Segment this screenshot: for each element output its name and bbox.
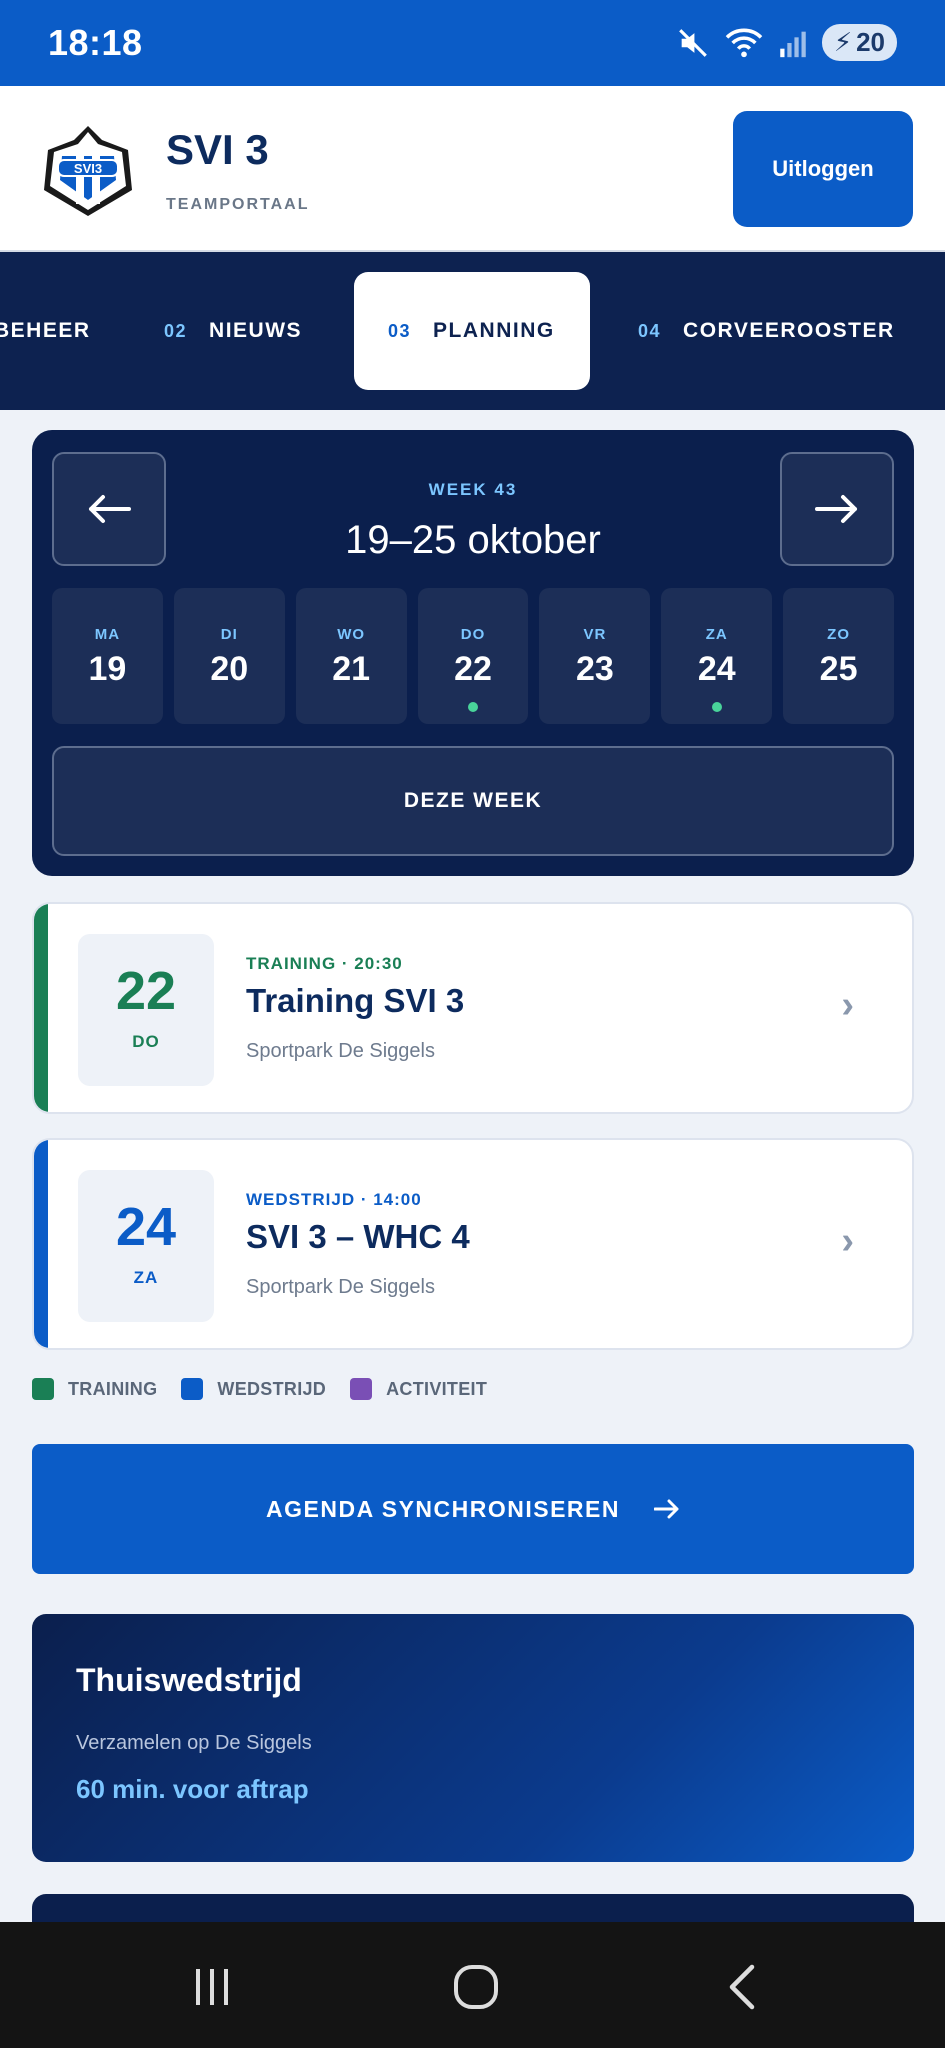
day-date: 21: [332, 650, 371, 688]
day-date: 25: [819, 650, 858, 688]
logout-button[interactable]: Uitloggen: [733, 111, 913, 227]
sync-label: AGENDA SYNCHRONISEREN: [266, 1495, 620, 1522]
tab-beheer[interactable]: BEHEER: [0, 272, 91, 390]
chevron-right-icon: ›: [841, 1220, 854, 1262]
day-cell[interactable]: ZO 25: [783, 588, 895, 724]
tab-label: PLANNING: [433, 319, 555, 342]
tab-label: CORVEEROOSTER: [683, 319, 895, 342]
tab-number: 03: [388, 320, 412, 341]
day-cell[interactable]: DI 20: [173, 588, 285, 724]
day-date: 20: [210, 650, 249, 688]
day-date: 19: [88, 650, 127, 688]
back-icon: [729, 1964, 755, 2010]
home-button[interactable]: [446, 1962, 506, 2012]
day-name: DI: [220, 626, 238, 643]
event-location: Sportpark De Siggels: [246, 1276, 435, 1298]
legend-item-wedstrijd: WEDSTRIJD: [181, 1378, 326, 1400]
legend-item-training: TRAINING: [32, 1378, 157, 1400]
portal-subtitle: TEAMPORTAAL: [166, 196, 310, 213]
day-cell[interactable]: DO 22: [417, 588, 529, 724]
system-nav-bar: [0, 1922, 945, 2048]
event-title: SVI 3 – WHC 4: [246, 1218, 470, 1255]
team-logo[interactable]: SVI3: [34, 120, 142, 220]
day-date: 23: [575, 650, 614, 688]
home-card-subtitle: Verzamelen op De Siggels: [76, 1732, 312, 1754]
week-number: WEEK 43: [428, 480, 518, 499]
status-bar: 18:18 ⚡ 20: [0, 0, 945, 86]
week-range: 19–25 oktober: [345, 518, 601, 562]
tab-number: 04: [638, 320, 662, 341]
tab-planning[interactable]: 03 PLANNING: [354, 272, 590, 390]
legend-swatch: [350, 1378, 373, 1400]
wifi-icon: [725, 28, 763, 57]
tab-number: 02: [164, 320, 188, 341]
section-tabs: BEHEER 02 NIEUWS 03 PLANNING 04 CORVEERO…: [0, 252, 945, 410]
battery-level: 20: [856, 27, 885, 57]
day-name: ZA: [705, 626, 728, 643]
event-title: Training SVI 3: [246, 982, 465, 1019]
event-date-box: 22 DO: [78, 934, 214, 1086]
day-name: WO: [337, 626, 366, 643]
tab-corveerooster[interactable]: 04 CORVEEROOSTER: [638, 272, 895, 390]
home-card-value: 60 min. voor aftrap: [76, 1774, 309, 1804]
day-name: ZO: [827, 626, 850, 643]
home-card-title: Thuiswedstrijd: [76, 1662, 302, 1698]
team-name: SVI 3: [166, 126, 269, 173]
status-icons: ⚡ 20: [676, 24, 897, 61]
legend-swatch: [32, 1378, 54, 1400]
back-button[interactable]: [712, 1962, 772, 2012]
event-dot: [468, 702, 478, 712]
event-legend: TRAINING WEDSTRIJD ACTIVITEIT: [32, 1378, 487, 1400]
legend-label: ACTIVITEIT: [386, 1378, 488, 1399]
week-selector: WEEK 43 19–25 oktober MA 19 DI 20 WO 21 …: [32, 430, 914, 876]
day-date: 22: [454, 650, 492, 688]
event-card-match[interactable]: 24 ZA WEDSTRIJD · 14:00 SVI 3 – WHC 4 Sp…: [32, 1138, 914, 1350]
legend-label: TRAINING: [68, 1378, 158, 1399]
tab-label: BEHEER: [0, 319, 91, 342]
logo-text: SVI3: [74, 161, 102, 176]
recent-apps-button[interactable]: [182, 1962, 242, 2012]
event-meta: TRAINING · 20:30: [246, 954, 403, 973]
app-header: SVI3 SVI 3 TEAMPORTAAL Uitloggen: [0, 86, 945, 252]
day-cell[interactable]: VR 23: [539, 588, 651, 724]
day-name: MA: [94, 626, 121, 643]
chevron-right-icon: ›: [841, 984, 854, 1026]
arrow-right-icon: [653, 1499, 679, 1519]
signal-icon: [780, 31, 806, 57]
event-day: 22: [115, 961, 177, 1021]
home-icon: [454, 1965, 498, 2009]
event-color-bar: [34, 904, 48, 1112]
mute-icon: [678, 28, 707, 57]
legend-item-activiteit: ACTIVITEIT: [350, 1378, 487, 1400]
day-cell[interactable]: WO 21: [295, 588, 407, 724]
event-color-bar: [34, 1140, 48, 1348]
battery-icon: ⚡: [833, 27, 853, 57]
event-card-training[interactable]: 22 DO TRAINING · 20:30 Training SVI 3 Sp…: [32, 902, 914, 1114]
event-date-box: 24 ZA: [78, 1170, 214, 1322]
day-name: VR: [583, 626, 607, 643]
legend-swatch: [181, 1378, 204, 1400]
tab-label: NIEUWS: [209, 319, 303, 342]
day-name: DO: [460, 626, 486, 643]
this-week-button[interactable]: DEZE WEEK: [52, 746, 894, 856]
battery-indicator: ⚡ 20: [821, 24, 897, 61]
tab-nieuws[interactable]: 02 NIEUWS: [164, 272, 302, 390]
event-meta: WEDSTRIJD · 14:00: [246, 1190, 422, 1209]
day-strip: MA 19 DI 20 WO 21 DO 22 VR 23 ZA 24 ZO 2…: [52, 588, 895, 724]
clock: 18:18: [48, 22, 143, 63]
event-dot: [711, 702, 722, 712]
legend-label: WEDSTRIJD: [217, 1378, 327, 1399]
recents-icon: [196, 1969, 228, 2005]
day-date: 24: [697, 650, 736, 688]
event-dayname: DO: [132, 1032, 160, 1051]
event-dayname: ZA: [133, 1268, 159, 1287]
event-day: 24: [115, 1197, 177, 1257]
event-location: Sportpark De Siggels: [246, 1040, 435, 1062]
day-cell[interactable]: MA 19: [52, 588, 163, 724]
sync-calendar-button[interactable]: AGENDA SYNCHRONISEREN: [32, 1444, 914, 1574]
day-cell[interactable]: ZA 24: [661, 588, 773, 724]
home-match-card: Thuiswedstrijd Verzamelen op De Siggels …: [32, 1614, 914, 1862]
